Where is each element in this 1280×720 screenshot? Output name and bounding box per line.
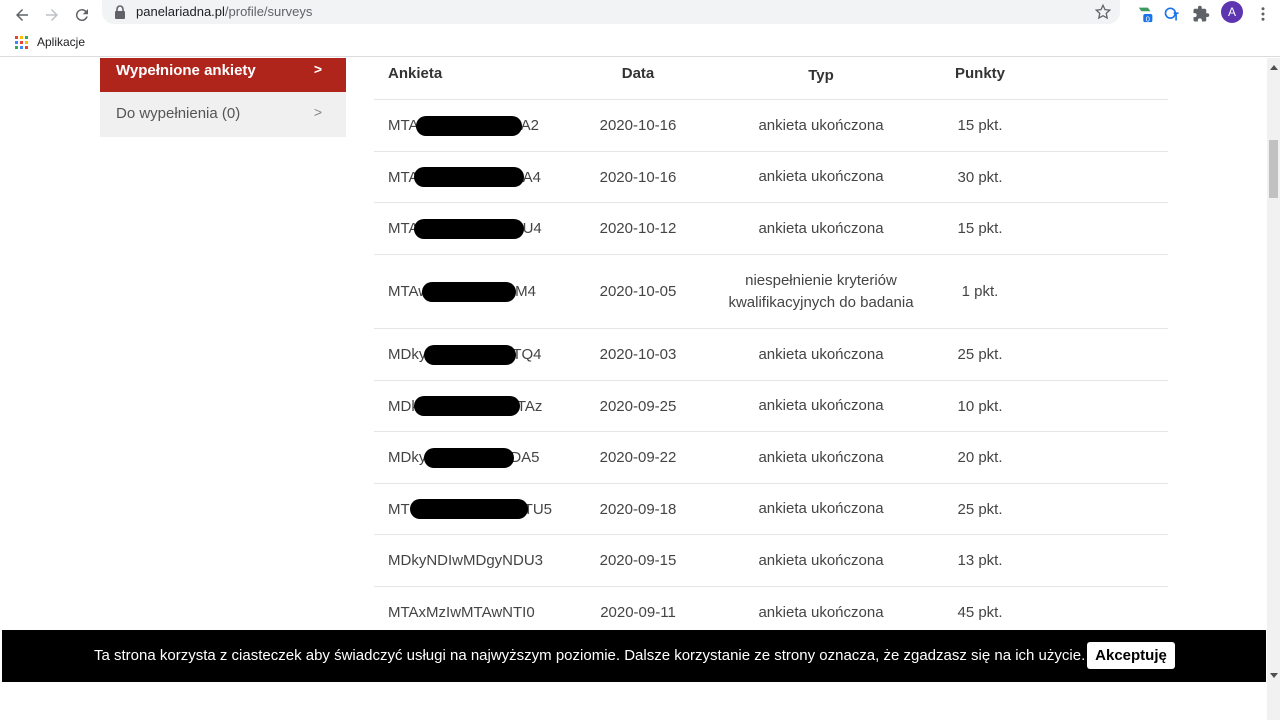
survey-date: 2020-10-16 [599, 117, 677, 134]
survey-code: MDkyNDIwMDgyNDU3 [388, 552, 544, 569]
apps-bookmark-label[interactable]: Aplikacje [37, 35, 85, 49]
table-row: MTA U4 2020-10-12 ankieta ukończona 15 pk… [374, 203, 1168, 255]
survey-type: ankieta ukończona [758, 219, 884, 237]
survey-date: 2020-09-25 [599, 397, 677, 415]
sidebar-item-to-fill[interactable]: Do wypełnienia (0) > [100, 92, 346, 137]
redaction-mark [424, 344, 516, 365]
survey-type: ankieta ukończona [758, 500, 884, 517]
survey-points: 25 pkt. [957, 500, 1003, 518]
redaction-mark [416, 115, 522, 136]
survey-date: 2020-10-03 [599, 346, 677, 363]
survey-points: 25 pkt. [957, 346, 1003, 363]
apps-grid-icon[interactable] [15, 36, 28, 49]
back-icon[interactable] [10, 3, 34, 27]
chevron-right-icon: > [313, 61, 322, 77]
survey-code: MTA A4 [388, 167, 541, 187]
survey-points: 1 pkt. [961, 283, 999, 300]
survey-date: 2020-10-16 [599, 168, 677, 186]
table-row: MT TU5 2020-09-18 ankieta ukończona 25 pk… [374, 484, 1168, 535]
table-row: MDky TQ4 2020-10-03 ankieta ukończona 25 … [374, 329, 1168, 381]
page-viewport: Wypełnione ankiety > Do wypełnienia (0) … [0, 58, 1267, 720]
accept-cookies-button[interactable]: Akceptuję [1087, 642, 1175, 669]
column-header-survey: Ankieta [388, 65, 443, 82]
survey-code: MDky DA5 [388, 447, 540, 468]
survey-type: ankieta ukończona [758, 397, 884, 414]
table-row: MTA A2 2020-10-16 ankieta ukończona 15 pk… [374, 100, 1168, 152]
redaction-mark [414, 167, 524, 187]
survey-points: 20 pkt. [957, 449, 1003, 466]
survey-points: 30 pkt. [957, 168, 1003, 186]
cookie-banner: Ta strona korzysta z ciasteczek aby świa… [2, 630, 1266, 682]
sidebar-item-completed-surveys[interactable]: Wypełnione ankiety > [100, 58, 346, 92]
survey-date: 2020-10-12 [599, 220, 677, 237]
redaction-mark [424, 447, 514, 468]
survey-code: MDky TQ4 [388, 344, 542, 365]
survey-points: 10 pkt. [957, 397, 1003, 415]
url-text: panelariadna.pl/profile/surveys [136, 4, 313, 19]
survey-type: niespełnienie kryteriów kwalifikacyjnych … [728, 271, 914, 311]
survey-code: MT TU5 [388, 499, 553, 519]
scroll-up-icon[interactable] [1270, 65, 1278, 70]
column-header-date: Data [621, 65, 655, 82]
menu-icon[interactable] [1252, 3, 1274, 25]
redaction-mark [422, 281, 516, 302]
scrollbar-thumb[interactable] [1269, 140, 1278, 198]
survey-code: MTAw M4 [388, 281, 536, 302]
survey-type: ankieta ukończona [758, 448, 884, 466]
surveys-table: Ankieta Data Typ Punkty MTA A2 2020-10-16… [374, 58, 1168, 639]
survey-code: MDk TAz [388, 396, 543, 416]
cookie-message: Ta strona korzysta z ciasteczek aby świa… [94, 647, 1086, 664]
survey-points: 15 pkt. [957, 220, 1003, 237]
reload-icon[interactable] [70, 3, 94, 27]
scroll-down-icon[interactable] [1270, 673, 1278, 678]
redaction-mark [414, 396, 520, 416]
lock-icon [115, 5, 125, 19]
column-header-type: Typ [808, 67, 834, 84]
table-row: MTAw M4 2020-10-05 niespełnienie kryterió… [374, 255, 1168, 329]
survey-type: ankieta ukończona [758, 345, 884, 363]
survey-type: ankieta ukończona [758, 551, 884, 569]
table-row: MTA A4 2020-10-16 ankieta ukończona 30 pk… [374, 152, 1168, 203]
table-row: MDkyNDIwMDgyNDU3 2020-09-15 ankieta ukoń… [374, 535, 1168, 587]
extension-icon[interactable]: 0 [1135, 3, 1157, 25]
puzzle-icon[interactable] [1190, 3, 1212, 25]
redaction-mark [414, 218, 524, 239]
column-header-points: Punkty [954, 65, 1005, 82]
translate-extension-icon[interactable] [1161, 3, 1183, 25]
address-bar[interactable]: panelariadna.pl/profile/surveys [102, 0, 1120, 24]
survey-points: 13 pkt. [957, 552, 1003, 569]
redaction-mark [410, 499, 528, 519]
survey-points: 15 pkt. [957, 117, 1003, 134]
svg-text:0: 0 [1146, 14, 1151, 23]
survey-date: 2020-10-05 [599, 283, 677, 300]
browser-toolbar: panelariadna.pl/profile/surveys 0 A [0, 0, 1280, 30]
survey-date: 2020-09-18 [599, 500, 677, 518]
survey-code: MTA A2 [388, 115, 539, 136]
table-header: Ankieta Data Typ Punkty [374, 58, 1168, 100]
table-row: MDky DA5 2020-09-22 ankieta ukończona 20 … [374, 432, 1168, 484]
profile-avatar[interactable]: A [1221, 1, 1243, 23]
survey-date: 2020-09-15 [599, 552, 677, 569]
survey-type: ankieta ukończona [758, 116, 884, 134]
profile-sidebar: Wypełnione ankiety > Do wypełnienia (0) … [100, 58, 346, 137]
table-row: MDk TAz 2020-09-25 ankieta ukończona 10 p… [374, 381, 1168, 432]
page-scrollbar[interactable] [1267, 58, 1280, 720]
bookmarks-bar: Aplikacje [0, 30, 1280, 57]
sidebar-item-label: Wypełnione ankiety [116, 62, 256, 79]
sidebar-item-label: Do wypełnienia (0) [116, 105, 241, 122]
chevron-right-icon: > [313, 104, 322, 120]
bookmark-star-icon[interactable] [1094, 3, 1112, 21]
survey-type: ankieta ukończona [758, 168, 884, 185]
forward-icon[interactable] [40, 3, 64, 27]
survey-code: MTA U4 [388, 218, 542, 239]
survey-date: 2020-09-22 [599, 449, 677, 466]
